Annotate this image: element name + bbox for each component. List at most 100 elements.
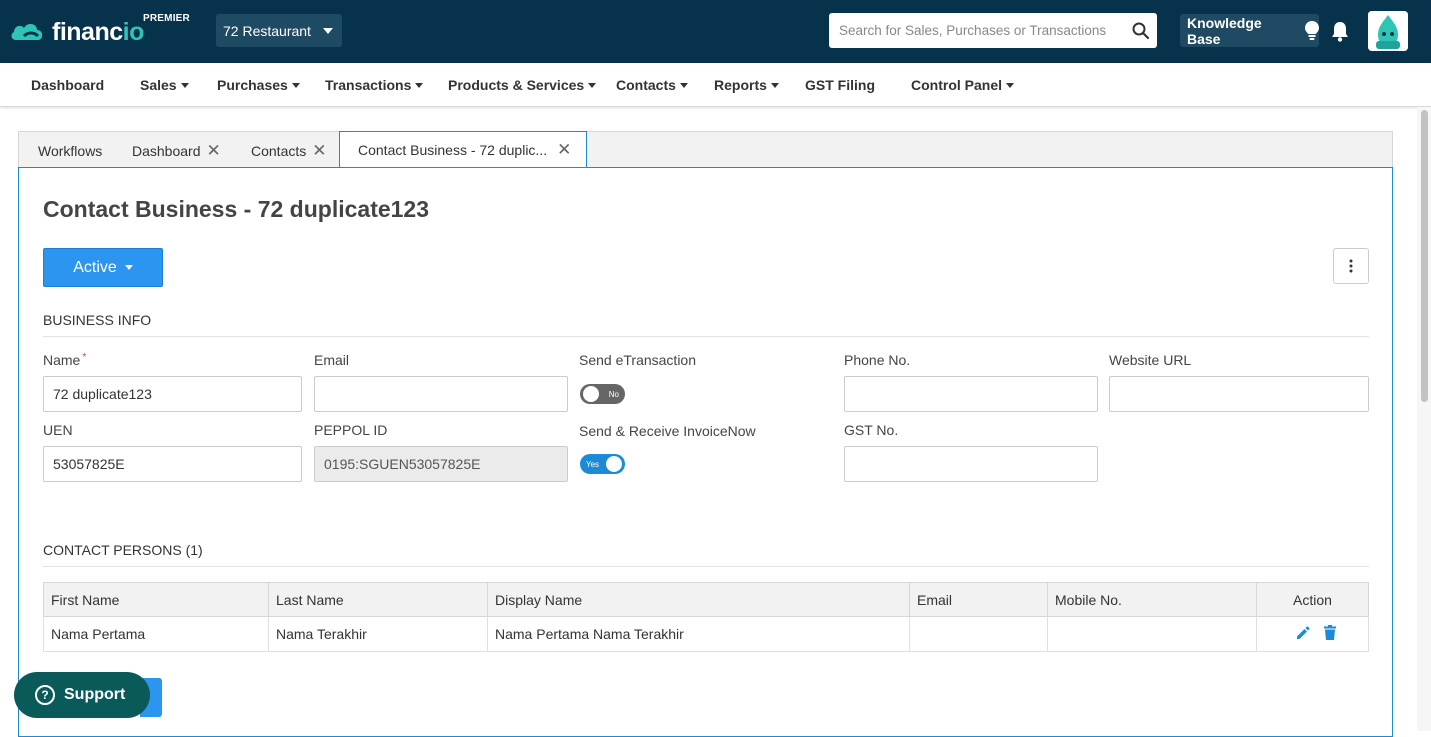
vertical-ellipsis-icon	[1349, 259, 1353, 273]
nav-sales[interactable]: Sales	[140, 63, 189, 107]
company-name: 72 Restaurant	[223, 22, 311, 39]
caret-down-icon	[1006, 82, 1015, 88]
divider	[43, 566, 1369, 567]
knowledge-base-button[interactable]: Knowledge Base	[1180, 14, 1319, 47]
caret-down-icon	[415, 82, 424, 88]
action-cell	[1256, 616, 1369, 652]
tab-contacts[interactable]: Contacts ✕	[251, 132, 327, 169]
name-field[interactable]	[43, 376, 302, 412]
mobile-cell	[1047, 616, 1257, 652]
required-marker: *	[82, 352, 87, 363]
tab-bar: Workflows Dashboard ✕ Contacts ✕ Contact B…	[18, 131, 1393, 168]
contact-persons-table: First Name Last Name Display Name Email …	[43, 582, 1369, 652]
caret-down-icon	[291, 82, 300, 88]
search-icon[interactable]	[1123, 13, 1157, 48]
nav-purchases[interactable]: Purchases	[217, 63, 300, 107]
invoicenow-toggle[interactable]: Yes	[580, 454, 625, 474]
tab-label: Contacts	[251, 142, 307, 159]
nav-reports[interactable]: Reports	[714, 63, 779, 107]
nav-label: GST Filing	[805, 77, 875, 93]
lightbulb-icon	[1305, 20, 1319, 41]
nav-label: Dashboard	[31, 77, 105, 93]
nav-products-services[interactable]: Products & Services	[448, 63, 597, 107]
tab-dashboard[interactable]: Dashboard ✕	[132, 132, 221, 169]
tab-workflows[interactable]: Workflows	[38, 132, 102, 169]
toggle-knob	[606, 456, 622, 472]
caret-down-icon	[588, 82, 597, 88]
chevron-down-icon	[322, 27, 333, 34]
bell-icon[interactable]	[1330, 20, 1352, 42]
logo-text: financio	[52, 17, 144, 46]
nav-contacts[interactable]: Contacts	[616, 63, 688, 107]
support-label: Support	[64, 686, 126, 703]
table-row[interactable]: Nama Pertama Nama Terakhir Nama Pertama …	[43, 616, 1369, 652]
nav-label: Purchases	[217, 77, 288, 93]
tab-label: Workflows	[38, 142, 103, 159]
phone-field[interactable]	[844, 376, 1098, 412]
nav-label: Transactions	[325, 77, 412, 93]
divider	[43, 336, 1369, 337]
uen-label: UEN	[43, 422, 73, 438]
contact-persons-heading: CONTACT PERSONS (1)	[43, 542, 203, 558]
status-dropdown-button[interactable]: Active	[43, 248, 163, 287]
edit-pencil-icon[interactable]	[1296, 626, 1310, 643]
website-label: Website URL	[1109, 352, 1192, 368]
column-header[interactable]: Mobile No.	[1047, 582, 1257, 617]
financio-logo[interactable]: financio	[10, 14, 144, 50]
more-options-button[interactable]	[1333, 248, 1369, 284]
website-field[interactable]	[1109, 376, 1369, 412]
uen-field[interactable]	[43, 446, 302, 482]
global-search	[829, 13, 1157, 48]
tab-contact-business[interactable]: Contact Business - 72 duplic... ✕	[339, 131, 587, 168]
help-circle-icon: ?	[35, 685, 55, 705]
top-header: financio PREMIER 72 Restaurant Knowledge…	[0, 0, 1431, 63]
phone-label: Phone No.	[844, 352, 911, 368]
email-field[interactable]	[314, 376, 568, 412]
page-container: Workflows Dashboard ✕ Contacts ✕ Contact B…	[18, 131, 1393, 737]
cloud-logo-icon	[10, 18, 50, 46]
knowledge-base-label: Knowledge Base	[1187, 14, 1262, 47]
nav-dashboard[interactable]: Dashboard	[31, 63, 104, 107]
gst-field[interactable]	[844, 446, 1098, 482]
table-header-row: First Name Last Name Display Name Email …	[43, 582, 1369, 617]
email-cell	[909, 616, 1048, 652]
column-header[interactable]: Email	[909, 582, 1048, 617]
column-header[interactable]: Display Name	[487, 582, 910, 617]
column-header[interactable]: Last Name	[268, 582, 488, 617]
business-info-heading: BUSINESS INFO	[43, 312, 152, 328]
nav-control-panel[interactable]: Control Panel	[911, 63, 1015, 107]
nav-label: Products & Services	[448, 77, 585, 93]
nav-label: Reports	[714, 77, 767, 93]
send-etransaction-label: Send eTransaction	[579, 352, 696, 368]
gst-label: GST No.	[844, 422, 899, 438]
user-avatar[interactable]	[1368, 11, 1408, 51]
invoicenow-label: Send & Receive InvoiceNow	[579, 423, 756, 439]
nav-gst-filing[interactable]: GST Filing	[805, 63, 875, 107]
company-selector[interactable]: 72 Restaurant	[216, 14, 342, 47]
page-title: Contact Business - 72 duplicate123	[43, 196, 430, 222]
first-name-cell: Nama Pertama	[43, 616, 269, 652]
peppol-id-field	[314, 446, 568, 482]
tier-badge: PREMIER	[143, 13, 190, 24]
column-header[interactable]: First Name	[43, 582, 269, 617]
close-icon[interactable]: ✕	[557, 141, 571, 158]
search-input[interactable]	[829, 13, 1123, 48]
toggle-state-label: Yes	[586, 459, 600, 469]
status-label: Active	[73, 258, 117, 276]
nav-label: Contacts	[616, 77, 676, 93]
close-icon[interactable]: ✕	[312, 142, 326, 159]
page-scrollbar[interactable]	[1417, 107, 1431, 731]
tab-content: Contact Business - 72 duplicate123 Activ…	[18, 167, 1393, 737]
nav-transactions[interactable]: Transactions	[325, 63, 424, 107]
nav-label: Control Panel	[911, 77, 1003, 93]
send-etransaction-toggle[interactable]: No	[580, 384, 625, 404]
trash-icon[interactable]	[1323, 625, 1336, 643]
scrollbar-thumb[interactable]	[1421, 110, 1428, 402]
name-label-text: Name	[43, 352, 81, 368]
close-icon[interactable]: ✕	[207, 142, 221, 159]
toggle-state-label: No	[608, 389, 619, 399]
nav-label: Sales	[140, 77, 177, 93]
support-button[interactable]: ? Support	[14, 672, 150, 718]
caret-down-icon	[180, 82, 189, 88]
main-nav: Dashboard Sales Purchases Transactions P…	[0, 63, 1431, 107]
